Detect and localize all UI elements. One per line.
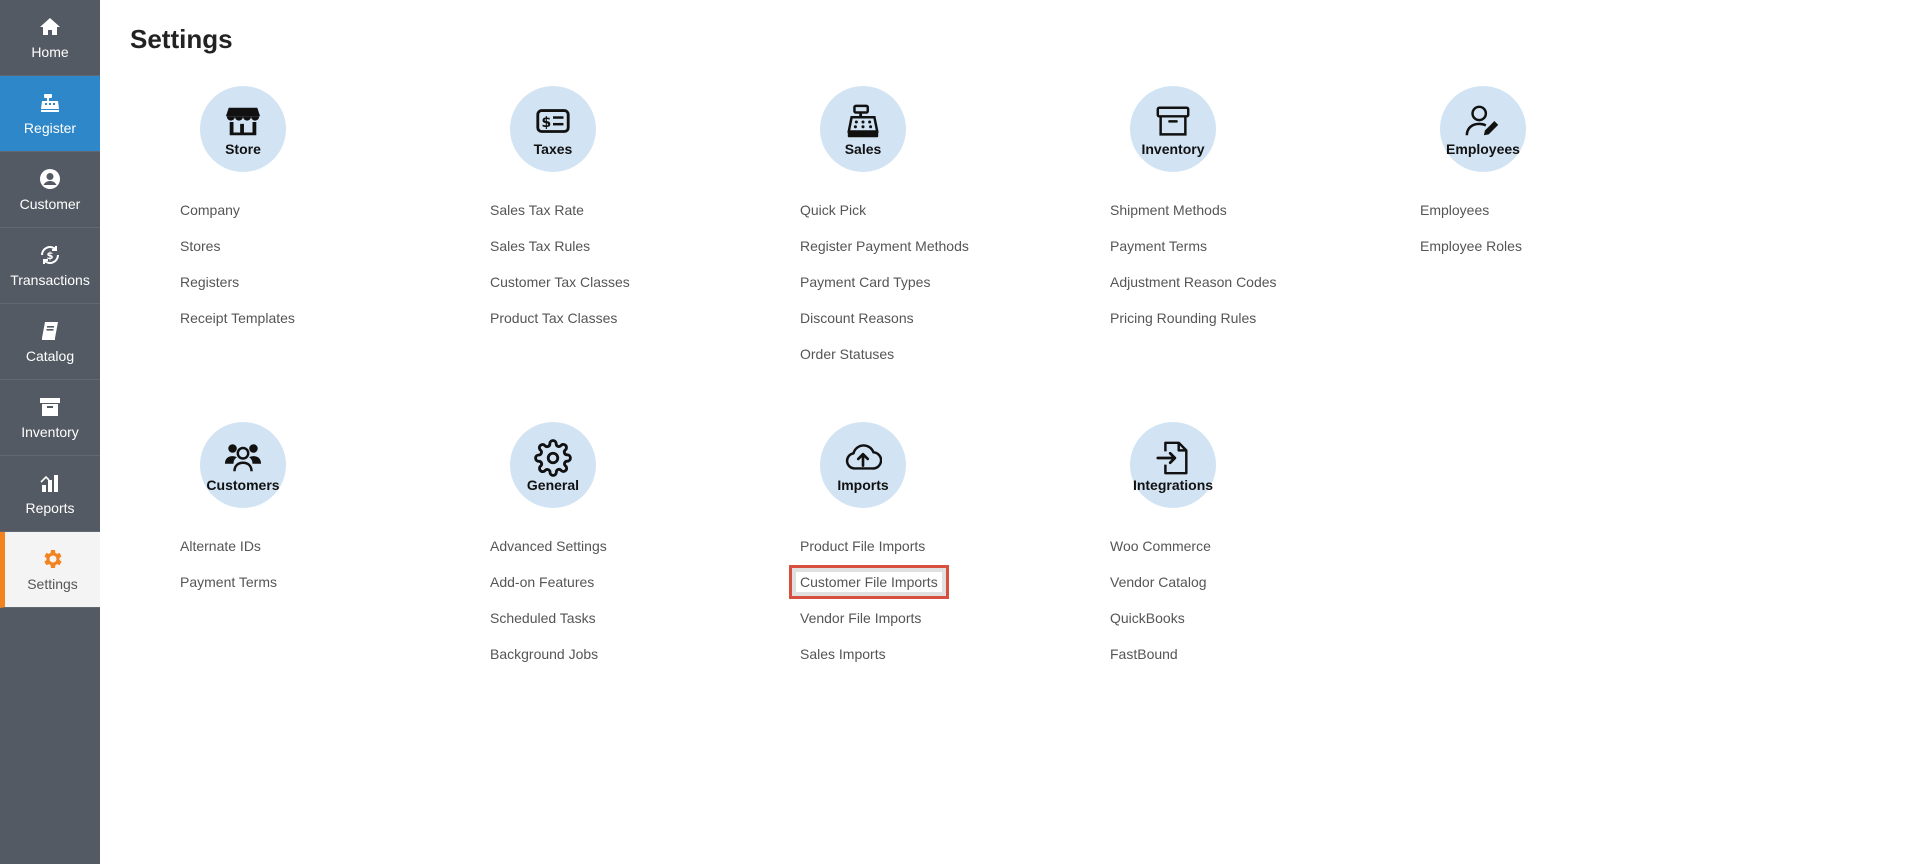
settings-link-pricing-rounding-rules[interactable]: Pricing Rounding Rules [1110,308,1277,344]
settings-link-fastbound[interactable]: FastBound [1110,644,1211,680]
settings-link-background-jobs[interactable]: Background Jobs [490,644,607,680]
settings-link-woo-commerce[interactable]: Woo Commerce [1110,536,1211,572]
settings-link-registers[interactable]: Registers [180,272,295,308]
sidebar-item-transactions[interactable]: $ Transactions [0,228,100,304]
settings-link-add-on-features[interactable]: Add-on Features [490,572,607,608]
sidebar-item-label: Transactions [10,272,90,288]
settings-link-customer-tax-classes[interactable]: Customer Tax Classes [490,272,630,308]
settings-link-sales-tax-rules[interactable]: Sales Tax Rules [490,236,630,272]
section-title: Store [225,141,261,157]
section-title: Employees [1446,141,1520,157]
settings-link-discount-reasons[interactable]: Discount Reasons [800,308,969,344]
sidebar: Home Register Customer $ Transactions Ca… [0,0,100,864]
settings-link-sales-tax-rate[interactable]: Sales Tax Rate [490,200,630,236]
file-import-icon [1156,441,1188,475]
section-header-taxes: $ Taxes [510,86,596,172]
users-icon [224,444,262,472]
section-link-list: Quick Pick Register Payment Methods Paym… [800,200,969,380]
settings-link-vendor-file-imports[interactable]: Vendor File Imports [800,608,942,644]
section-title: Sales [844,141,882,157]
settings-link-vendor-catalog[interactable]: Vendor Catalog [1110,572,1211,608]
svg-text:$: $ [47,251,54,262]
gear-icon [534,439,572,477]
section-link-list: Product File Imports Customer File Impor… [789,536,949,680]
settings-link-employees[interactable]: Employees [1420,200,1522,236]
section-header-imports: Imports [820,422,906,508]
bar-chart-icon [38,471,62,495]
section-header-inventory: Inventory [1130,86,1216,172]
sidebar-item-label: Reports [25,500,75,516]
section-header-integrations: Integrations [1130,422,1216,508]
settings-link-product-tax-classes[interactable]: Product Tax Classes [490,308,630,344]
sidebar-item-register[interactable]: Register [0,76,100,152]
settings-link-receipt-templates[interactable]: Receipt Templates [180,308,295,344]
settings-link-quickbooks[interactable]: QuickBooks [1110,608,1211,644]
archive-box-icon [38,395,62,419]
settings-link-shipment-methods[interactable]: Shipment Methods [1110,200,1277,236]
section-link-list: Advanced Settings Add-on Features Schedu… [490,536,607,680]
settings-link-customer-payment-terms[interactable]: Payment Terms [180,572,277,608]
settings-link-sales-imports[interactable]: Sales Imports [800,644,942,680]
settings-link-payment-terms[interactable]: Payment Terms [1110,236,1277,272]
sidebar-item-catalog[interactable]: Catalog [0,304,100,380]
section-link-list: Alternate IDs Payment Terms [180,536,277,608]
dollar-cycle-icon: $ [38,243,62,267]
settings-link-scheduled-tasks[interactable]: Scheduled Tasks [490,608,607,644]
svg-text:$: $ [541,115,551,131]
section-header-customers: Customers [200,422,286,508]
settings-link-alternate-ids[interactable]: Alternate IDs [180,536,277,572]
book-icon [38,319,62,343]
receipt-dollar-icon: $ [536,109,570,133]
sidebar-item-home[interactable]: Home [0,0,100,76]
section-title: Customers [206,477,280,493]
sidebar-item-customer[interactable]: Customer [0,152,100,228]
home-icon [38,15,62,39]
section-header-store: Store [200,86,286,172]
gear-icon [41,547,65,571]
sidebar-item-label: Customer [19,196,81,212]
section-title: Inventory [1141,141,1205,157]
section-link-list: Employees Employee Roles [1420,200,1522,272]
section-header-sales: Sales [820,86,906,172]
settings-link-quick-pick[interactable]: Quick Pick [800,200,969,236]
sidebar-item-label: Inventory [21,424,79,440]
section-header-general: General [510,422,596,508]
section-link-list: Woo Commerce Vendor Catalog QuickBooks F… [1110,536,1211,680]
section-link-list: Shipment Methods Payment Terms Adjustmen… [1110,200,1277,344]
sidebar-item-reports[interactable]: Reports [0,456,100,532]
settings-link-payment-card-types[interactable]: Payment Card Types [800,272,969,308]
section-link-list: Sales Tax Rate Sales Tax Rules Customer … [490,200,630,344]
section-link-list: Company Stores Registers Receipt Templat… [180,200,295,344]
page-title: Settings [130,24,233,54]
sidebar-item-settings[interactable]: Settings [0,532,100,608]
settings-link-adjustment-reason-codes[interactable]: Adjustment Reason Codes [1110,272,1277,308]
settings-link-company[interactable]: Company [180,200,295,236]
settings-link-order-statuses[interactable]: Order Statuses [800,344,969,380]
section-title: Taxes [533,141,573,157]
user-edit-icon [1465,105,1499,136]
cloud-upload-icon [845,444,882,470]
sidebar-item-label: Catalog [25,348,75,364]
section-title: Integrations [1132,477,1214,493]
sidebar-item-label: Home [31,44,69,60]
cash-register-icon [847,104,879,138]
settings-link-advanced-settings[interactable]: Advanced Settings [490,536,607,572]
settings-link-customer-file-imports[interactable]: Customer File Imports [789,565,949,608]
settings-link-employee-roles[interactable]: Employee Roles [1420,236,1522,272]
settings-link-stores[interactable]: Stores [180,236,295,272]
store-icon [225,107,261,136]
settings-link-product-file-imports[interactable]: Product File Imports [800,536,942,572]
section-header-employees: Employees [1440,86,1526,172]
archive-box-icon [1156,106,1190,136]
user-circle-icon [38,167,62,191]
section-title: Imports [837,477,889,493]
settings-link-register-payment-methods[interactable]: Register Payment Methods [800,236,969,272]
sidebar-item-label: Settings [27,576,78,592]
sidebar-item-inventory[interactable]: Inventory [0,380,100,456]
section-title: General [526,477,580,493]
cash-register-icon [38,91,62,115]
sidebar-item-label: Register [23,120,77,136]
